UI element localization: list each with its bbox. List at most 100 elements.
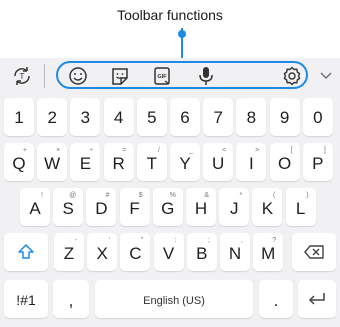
- key-secondary-label: ÷: [89, 147, 94, 154]
- key-0[interactable]: 0: [302, 98, 333, 136]
- key-label: Z: [63, 244, 75, 263]
- key-k[interactable]: (K: [252, 188, 283, 226]
- key-s[interactable]: @ S: [53, 188, 84, 226]
- comma-key[interactable]: ,: [53, 280, 89, 318]
- key-label: D: [95, 199, 108, 218]
- key-label: V: [162, 244, 175, 263]
- key-secondary-label: ': [108, 237, 111, 244]
- key-label: X: [96, 244, 108, 263]
- key-q[interactable]: + Q: [4, 143, 34, 181]
- enter-key[interactable]: [298, 280, 336, 318]
- key-g[interactable]: % G: [152, 188, 183, 226]
- key-secondary-label: ]: [323, 147, 326, 154]
- key-w[interactable]: × W: [37, 143, 68, 181]
- key-r[interactable]: = R: [103, 143, 134, 181]
- key-label: R: [112, 154, 125, 173]
- voice-input-icon[interactable]: [194, 65, 218, 87]
- backspace-icon: [304, 245, 324, 259]
- key-4[interactable]: 4: [103, 98, 134, 136]
- key-i[interactable]: > I: [236, 143, 267, 181]
- key-j[interactable]: * J: [219, 188, 250, 226]
- key-8[interactable]: 8: [236, 98, 267, 136]
- toolbar-functions-highlight: [56, 61, 308, 89]
- key-o[interactable]: [O: [269, 143, 300, 181]
- key-f[interactable]: $ F: [119, 188, 150, 226]
- key-secondary-label: $: [138, 192, 143, 199]
- key-label: 2: [47, 108, 57, 127]
- key-label: B: [196, 244, 208, 263]
- key-secondary-label: &: [204, 192, 209, 199]
- toolbar-functions-label: Toolbar functions: [117, 7, 223, 23]
- key-a[interactable]: ! A: [20, 188, 50, 226]
- keyboard-mode-icon[interactable]: T: [10, 65, 34, 87]
- key-7[interactable]: 7: [203, 98, 234, 136]
- key-label: S: [62, 199, 74, 218]
- chevron-down-icon[interactable]: [318, 68, 334, 82]
- key-label: G: [161, 199, 175, 218]
- key-3[interactable]: 3: [70, 98, 101, 136]
- key-secondary-label: _: [189, 147, 193, 154]
- toolbar-divider: [44, 64, 45, 88]
- key-m[interactable]: ? M: [253, 233, 284, 271]
- key-label: P: [312, 154, 324, 173]
- key-h[interactable]: & H: [186, 188, 216, 226]
- key-x[interactable]: ' X: [87, 233, 118, 271]
- key-secondary-label: ,: [241, 237, 243, 244]
- key-label: 1: [14, 108, 24, 127]
- keyboard-toolbar: T GIF: [0, 58, 340, 93]
- key-label: T: [146, 154, 157, 173]
- key-secondary-label: /: [157, 147, 160, 154]
- key-secondary-label: :: [174, 237, 177, 244]
- gif-icon[interactable]: GIF: [150, 65, 174, 87]
- shift-key[interactable]: [4, 233, 48, 271]
- key-secondary-label: %: [169, 192, 176, 199]
- key-b[interactable]: ; B: [186, 233, 217, 271]
- key-label: 5: [147, 108, 157, 127]
- key-label: !#1: [16, 292, 36, 308]
- key-label: 6: [180, 108, 190, 127]
- key-c[interactable]: " C: [120, 233, 151, 271]
- key-u[interactable]: < U: [203, 143, 234, 181]
- key-label: H: [194, 199, 208, 218]
- key-label: F: [129, 199, 140, 218]
- settings-icon[interactable]: [280, 65, 304, 87]
- key-5[interactable]: 5: [136, 98, 167, 136]
- key-label: N: [228, 244, 242, 263]
- period-key[interactable]: .: [259, 280, 293, 318]
- key-secondary-label: ): [306, 192, 309, 199]
- key-z[interactable]: -Z: [54, 233, 84, 271]
- key-d[interactable]: # D: [86, 188, 117, 226]
- key-label: 0: [313, 108, 323, 127]
- key-label: C: [129, 244, 142, 263]
- key-label: M: [261, 244, 276, 263]
- emoji-icon[interactable]: [66, 65, 90, 87]
- key-p[interactable]: ] P: [302, 143, 333, 181]
- key-secondary-label: ": [140, 237, 144, 244]
- keyboard: T GIF 1 2 3 4 5 6 7 8 9 0 + Q × W ÷ E = …: [0, 58, 340, 327]
- key-label: 9: [279, 108, 290, 127]
- key-e[interactable]: ÷ E: [70, 143, 101, 181]
- key-label: English (US): [143, 295, 205, 307]
- key-1[interactable]: 1: [4, 98, 34, 136]
- key-l[interactable]: ) L: [285, 188, 316, 226]
- key-label: Q: [12, 154, 26, 173]
- sticker-icon[interactable]: [108, 65, 132, 87]
- key-v[interactable]: :V: [153, 233, 184, 271]
- space-bar[interactable]: English (US): [95, 280, 253, 318]
- key-label: 8: [246, 108, 257, 127]
- key-label: L: [295, 199, 306, 218]
- key-y[interactable]: _ Y: [170, 143, 200, 181]
- key-secondary-label: <: [222, 147, 227, 154]
- symbols-key[interactable]: !#1: [4, 280, 48, 318]
- key-secondary-label: -: [74, 237, 77, 244]
- key-label: .: [273, 291, 279, 310]
- key-n[interactable]: ,N: [220, 233, 250, 271]
- key-2[interactable]: 2: [37, 98, 68, 136]
- key-label: E: [79, 154, 92, 173]
- key-t[interactable]: / T: [136, 143, 167, 181]
- backspace-key[interactable]: [292, 233, 336, 271]
- key-secondary-label: ×: [56, 147, 61, 154]
- key-6[interactable]: 6: [170, 98, 200, 136]
- key-9[interactable]: 9: [269, 98, 300, 136]
- key-secondary-label: !: [41, 192, 43, 199]
